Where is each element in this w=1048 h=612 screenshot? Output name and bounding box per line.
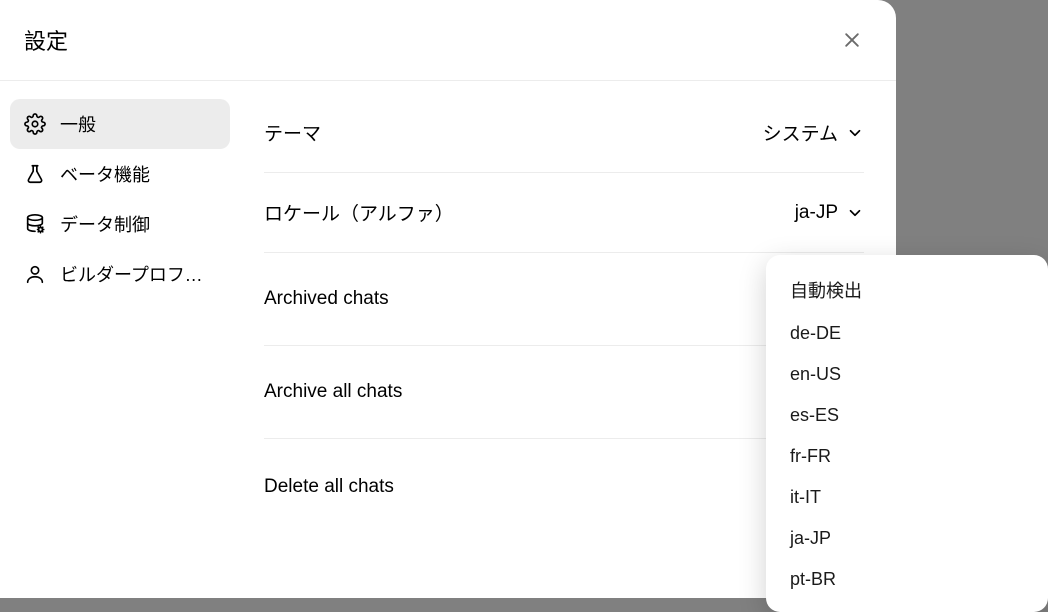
setting-label: Archive all chats xyxy=(264,381,402,403)
locale-option-de-de[interactable]: de-DE xyxy=(766,313,1048,354)
modal-header: 設定 xyxy=(0,0,896,81)
sidebar-item-general[interactable]: 一般 xyxy=(10,99,230,149)
locale-option-it-it[interactable]: it-IT xyxy=(766,477,1048,518)
close-icon xyxy=(842,30,862,50)
sidebar-item-label: ベータ機能 xyxy=(60,161,150,187)
settings-modal: 設定 一般 xyxy=(0,0,896,598)
setting-row-theme: テーマ システム xyxy=(264,99,864,173)
flask-icon xyxy=(24,163,46,185)
setting-label: ロケール（アルファ） xyxy=(264,199,454,226)
locale-option-auto[interactable]: 自動検出 xyxy=(766,267,1048,313)
chevron-down-icon xyxy=(846,124,864,142)
settings-sidebar: 一般 ベータ機能 xyxy=(0,81,240,598)
locale-value: ja-JP xyxy=(795,202,838,224)
locale-option-pt-br[interactable]: pt-BR xyxy=(766,559,1048,600)
setting-label: テーマ xyxy=(264,119,321,146)
sidebar-item-label: 一般 xyxy=(60,111,96,137)
locale-option-ja-jp[interactable]: ja-JP xyxy=(766,518,1048,559)
setting-label: Archived chats xyxy=(264,288,389,310)
setting-label: Delete all chats xyxy=(264,476,394,498)
locale-option-en-us[interactable]: en-US xyxy=(766,354,1048,395)
sidebar-item-label: ビルダープロフィ… xyxy=(60,261,216,287)
person-icon xyxy=(24,263,46,285)
sidebar-item-builder-profile[interactable]: ビルダープロフィ… xyxy=(10,249,230,299)
locale-select[interactable]: ja-JP xyxy=(795,202,864,224)
locale-option-es-es[interactable]: es-ES xyxy=(766,395,1048,436)
theme-value: システム xyxy=(763,119,838,146)
gear-icon xyxy=(24,113,46,135)
sidebar-item-data-controls[interactable]: データ制御 xyxy=(10,199,230,249)
database-icon xyxy=(24,213,46,235)
sidebar-item-label: データ制御 xyxy=(60,211,150,237)
close-button[interactable] xyxy=(836,24,868,56)
theme-select[interactable]: システム xyxy=(763,119,864,146)
locale-option-fr-fr[interactable]: fr-FR xyxy=(766,436,1048,477)
chevron-down-icon xyxy=(846,204,864,222)
modal-title: 設定 xyxy=(24,24,68,56)
sidebar-item-beta[interactable]: ベータ機能 xyxy=(10,149,230,199)
locale-dropdown: 自動検出 de-DE en-US es-ES fr-FR it-IT ja-JP… xyxy=(766,255,1048,612)
setting-row-locale: ロケール（アルファ） ja-JP xyxy=(264,173,864,253)
